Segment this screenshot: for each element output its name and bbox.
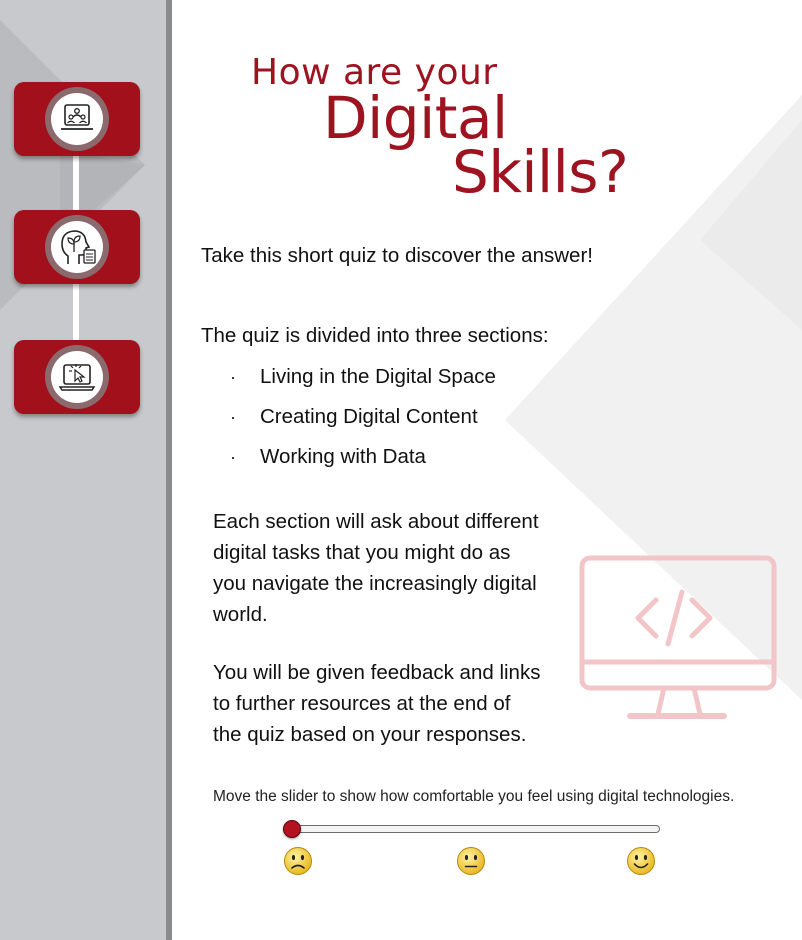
sections-intro-text: The quiz is divided into three sections: xyxy=(201,324,549,347)
monitor-code-icon xyxy=(579,555,777,719)
bullet-icon: · xyxy=(230,367,236,387)
sidebar-item-2[interactable] xyxy=(14,210,140,284)
sad-face-icon xyxy=(284,847,312,875)
people-laptop-icon xyxy=(61,104,93,130)
section-item-1: Living in the Digital Space xyxy=(260,365,496,388)
paragraph1-line: digital tasks that you might do as xyxy=(213,541,511,564)
paragraph1-line: Each section will ask about different xyxy=(213,510,539,533)
slider-caption: Move the slider to show how comfortable … xyxy=(213,788,735,805)
intro-text: Take this short quiz to discover the ans… xyxy=(201,244,593,267)
page-title-line3: Skills? xyxy=(452,138,629,206)
sidebar-item-1[interactable] xyxy=(14,82,140,156)
paragraph2-line: the quiz based on your responses. xyxy=(213,723,527,746)
section-item-2: Creating Digital Content xyxy=(260,405,478,428)
paragraph2-line: You will be given feedback and links xyxy=(213,661,541,684)
paragraph1-line: you navigate the increasingly digital xyxy=(213,572,537,595)
comfort-slider-handle[interactable] xyxy=(283,820,301,838)
sidebar-divider xyxy=(166,0,172,940)
paragraph2-line: to further resources at the end of xyxy=(213,692,511,715)
neutral-face-icon xyxy=(457,847,485,875)
section-item-3: Working with Data xyxy=(260,445,426,468)
bullet-icon: · xyxy=(230,447,236,467)
paragraph-feedback-description: You will be given feedback and links to … xyxy=(213,657,563,750)
paragraph1-line: world. xyxy=(213,603,268,626)
paragraph-sections-description: Each section will ask about different di… xyxy=(213,506,563,630)
comfort-slider-track[interactable] xyxy=(286,825,660,833)
happy-face-icon xyxy=(627,847,655,875)
bullet-icon: · xyxy=(230,407,236,427)
laptop-cursor-icon xyxy=(58,364,96,391)
head-plant-icon xyxy=(61,230,96,264)
sidebar-item-3[interactable] xyxy=(14,340,140,414)
